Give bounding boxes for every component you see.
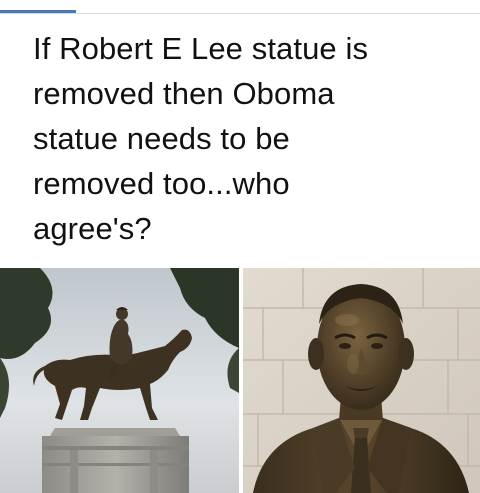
equestrian-statue-photo[interactable] xyxy=(0,268,239,493)
tab-bar-divider xyxy=(0,13,480,14)
post-text-line: If Robert E Lee statue is xyxy=(33,31,369,66)
post-text: If Robert E Lee statue is removed then O… xyxy=(33,26,453,251)
equestrian-statue-image xyxy=(0,268,239,493)
post-text-line: removed too...who xyxy=(33,166,290,201)
top-tab-bar xyxy=(0,0,480,14)
bronze-bust-photo[interactable] xyxy=(243,268,480,493)
post-text-line: removed then Oboma xyxy=(33,76,335,111)
bronze-bust-image xyxy=(243,268,480,493)
post-text-line: statue needs to be xyxy=(33,121,290,156)
post-text-line: agree's? xyxy=(33,211,152,246)
